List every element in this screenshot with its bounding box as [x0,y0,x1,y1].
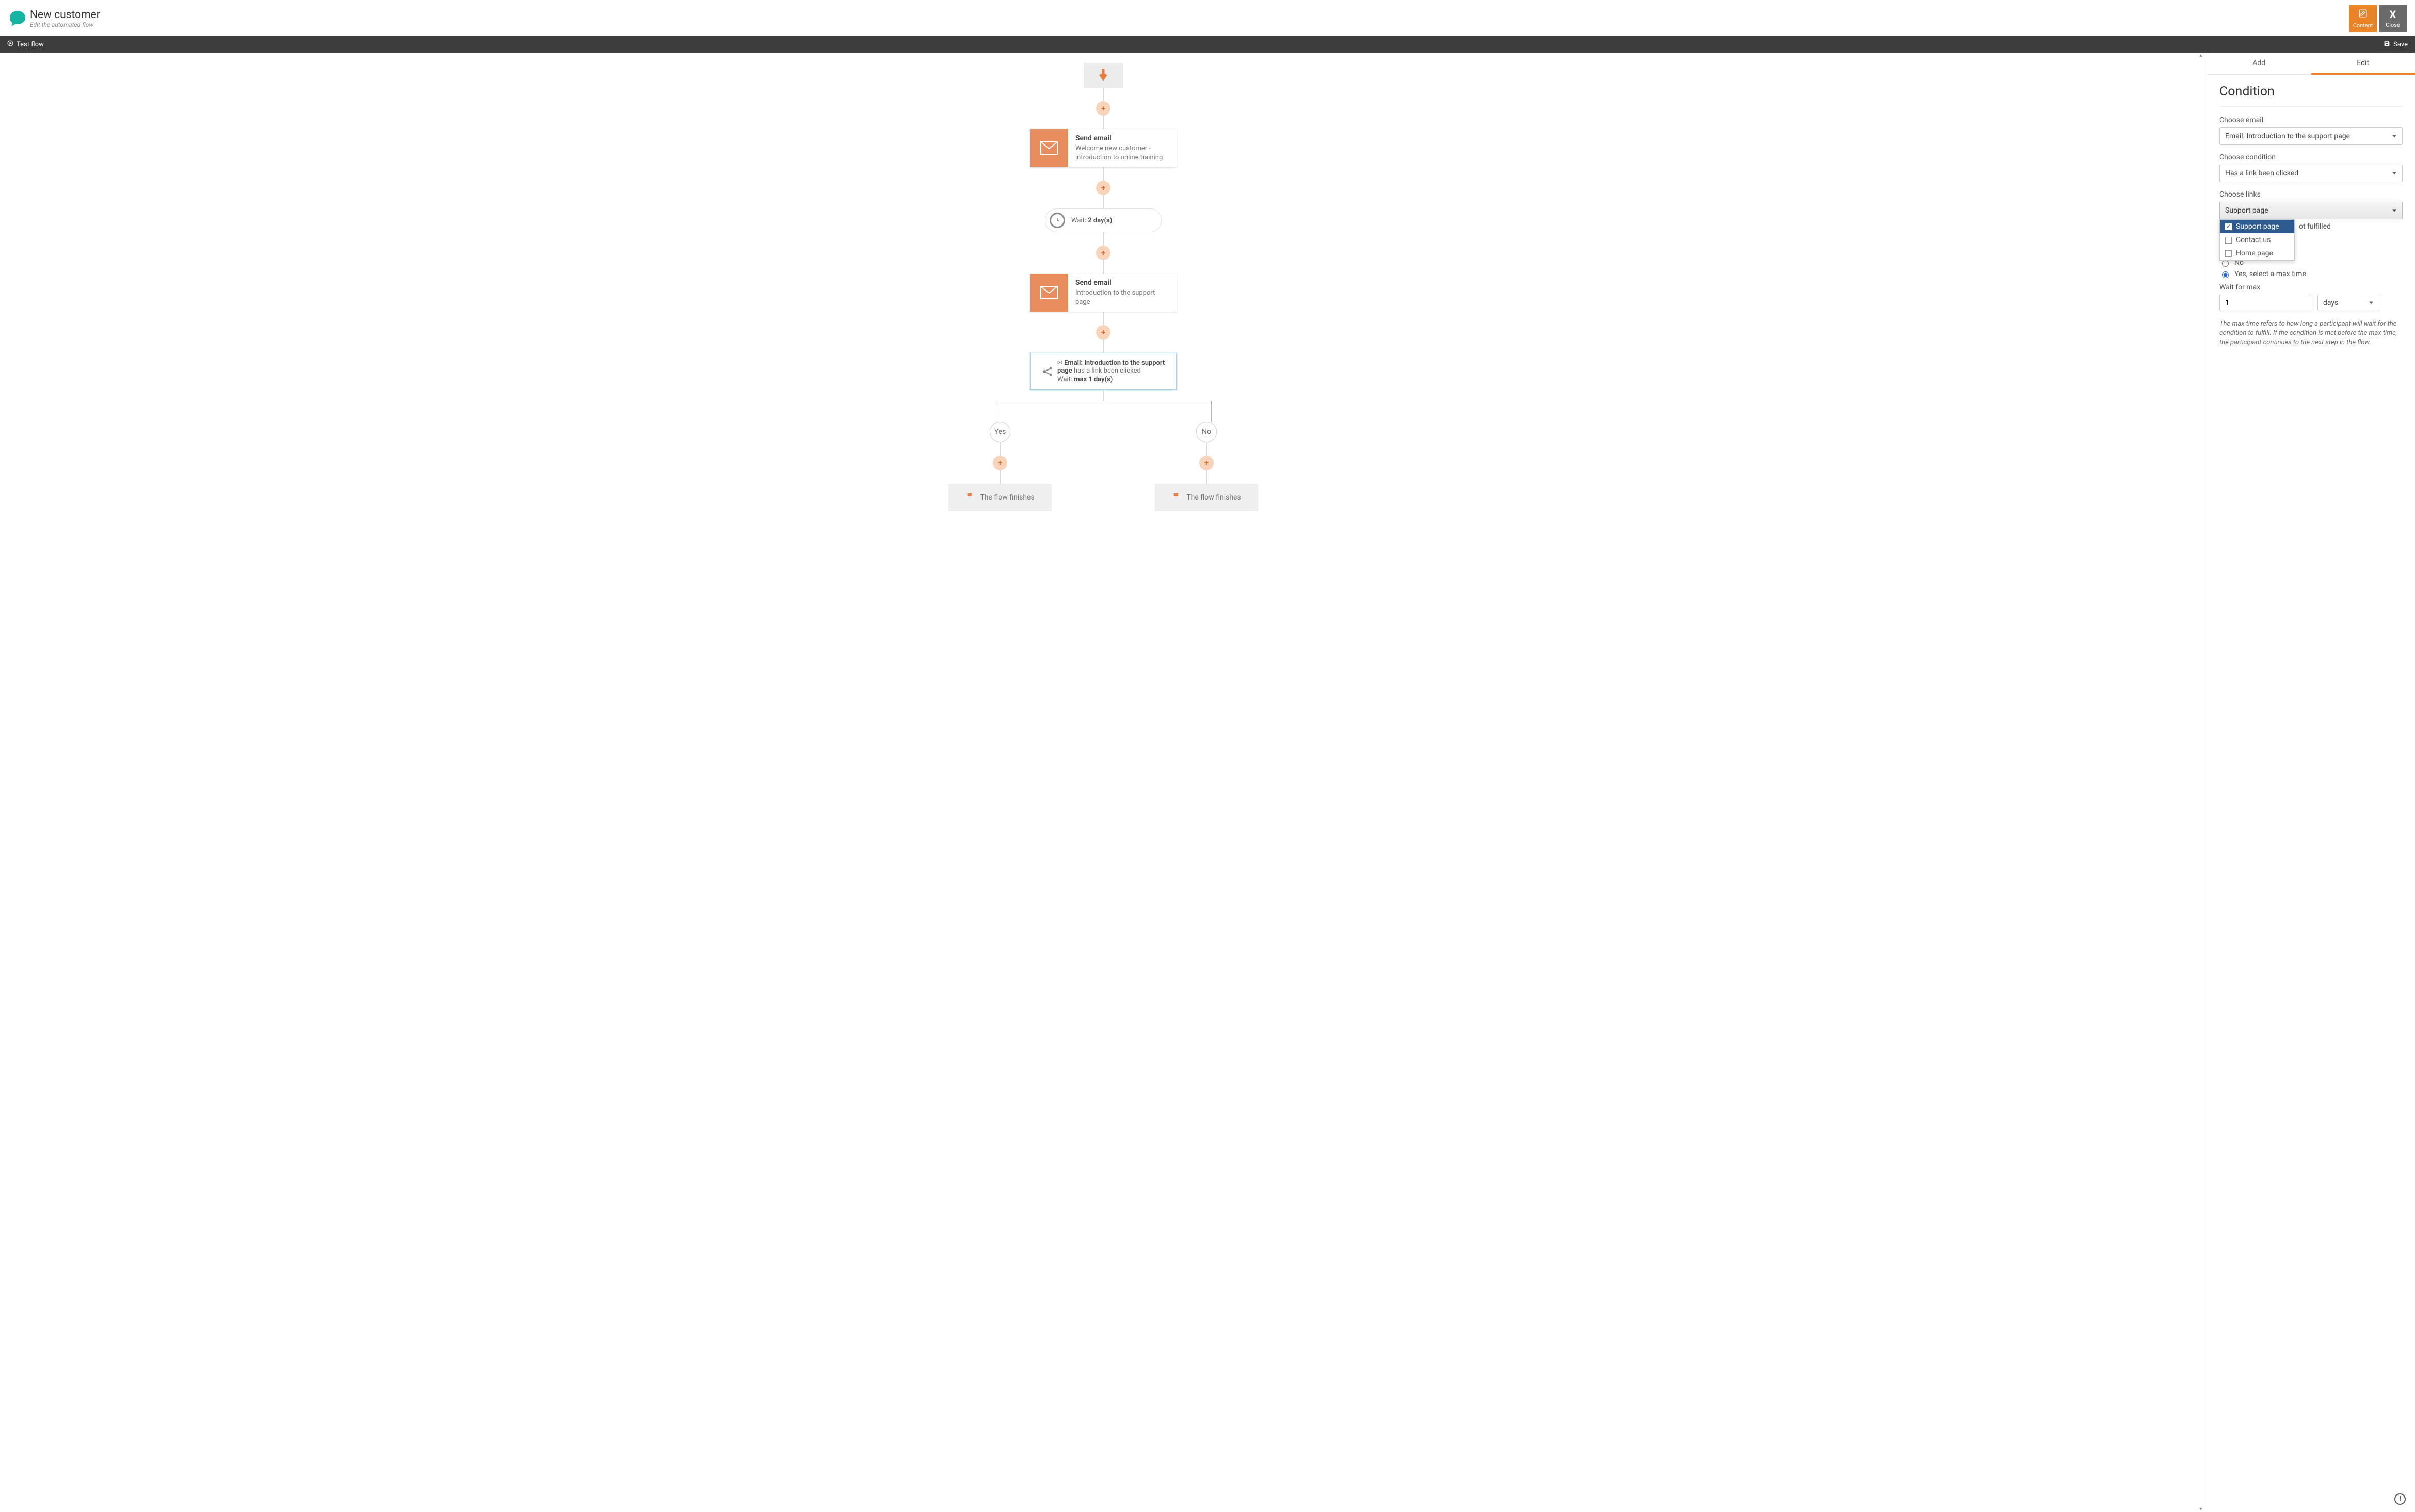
condition-line2: Wait: max 1 day(s) [1057,376,1169,383]
save-button[interactable]: Save [2384,40,2408,49]
tab-edit[interactable]: Edit [2311,53,2415,75]
app-header: New customer Edit the automated flow Con… [0,0,2415,36]
condition-line1: ✉Email: Introduction to the support page… [1057,359,1169,375]
dropdown-option[interactable]: Contact us [2220,233,2294,247]
dropdown-option[interactable]: Support page [2220,220,2294,233]
wait-text: Wait: 2 day(s) [1071,217,1112,224]
email-node-desc: Introduction to the support page [1075,288,1169,307]
test-flow-button[interactable]: Test flow [7,40,44,49]
choose-links-multiselect[interactable]: Support page [2219,202,2403,219]
app-logo [7,8,28,29]
add-step-button[interactable]: + [1199,456,1214,470]
radio-yes[interactable]: Yes, select a max time [2219,270,2403,278]
info-button[interactable]: ! [2394,1493,2406,1505]
checkbox-icon [2225,223,2232,230]
email-node-title: Send email [1075,134,1169,142]
flag-icon [965,492,975,503]
toolbar: Test flow Save [0,36,2415,53]
email-node-title: Send email [1075,279,1169,287]
tab-add[interactable]: Add [2207,53,2311,74]
branch-yes[interactable]: Yes [990,422,1010,442]
wait-for-max-label: Wait for max [2219,283,2403,292]
add-step-button[interactable]: + [1096,181,1110,195]
content-button[interactable]: Content [2349,5,2377,32]
choose-email-select[interactable]: Email: Introduction to the support page [2219,127,2403,145]
close-button[interactable]: X Close [2379,5,2407,32]
envelope-icon [1030,274,1068,312]
branch-no[interactable]: No [1196,422,1217,442]
side-panel: Add Edit Condition Choose email Email: I… [2207,53,2415,1512]
choose-email-label: Choose email [2219,116,2403,124]
flow-start [1084,63,1123,88]
checkbox-icon [2225,237,2232,244]
play-icon [7,40,13,49]
wait-hint-text: The max time refers to how long a partic… [2219,319,2403,348]
branch-icon [1038,359,1057,383]
flow-finish[interactable]: The flow finishes [1155,484,1258,511]
wait-value-input[interactable] [2219,295,2312,311]
page-title: New customer [30,9,100,21]
add-step-button[interactable]: + [1096,101,1110,116]
wait-node[interactable]: Wait: 2 day(s) [1045,208,1162,232]
clock-icon [1050,213,1065,228]
divider [2219,106,2403,107]
envelope-icon [1030,129,1068,167]
dropdown-option[interactable]: Home page [2220,247,2294,260]
email-node-2[interactable]: Send email Introduction to the support p… [1030,274,1177,312]
caret-down-icon [2392,210,2396,212]
flag-icon [1172,492,1181,503]
page-subtitle: Edit the automated flow [30,21,100,28]
add-step-button[interactable]: + [1096,246,1110,260]
email-node-1[interactable]: Send email Welcome new customer - introd… [1030,129,1177,167]
add-step-button[interactable]: + [993,456,1007,470]
flow-canvas[interactable]: + Send email Welcome new customer - intr… [0,53,2207,1512]
close-icon: X [2390,9,2396,20]
choose-links-label: Choose links [2219,190,2403,199]
checkbox-icon [2225,250,2232,257]
choose-condition-label: Choose condition [2219,153,2403,162]
flow-finish[interactable]: The flow finishes [948,484,1052,511]
email-node-desc: Welcome new customer - introduction to o… [1075,144,1169,162]
branch-lines [928,390,1279,422]
edit-content-icon [2358,9,2368,20]
add-step-button[interactable]: + [1096,325,1110,340]
wait-radio-group: No Yes, select a max time [2219,259,2403,278]
overflow-text: ot fulfilled [2299,222,2331,231]
condition-node[interactable]: ✉Email: Introduction to the support page… [1030,353,1177,390]
choose-condition-select[interactable]: Has a link been clicked [2219,165,2403,182]
panel-heading: Condition [2219,84,2403,99]
save-icon [2384,40,2390,49]
links-dropdown: Support page Contact us Home page [2219,219,2295,261]
wait-unit-select[interactable]: days [2317,295,2379,311]
